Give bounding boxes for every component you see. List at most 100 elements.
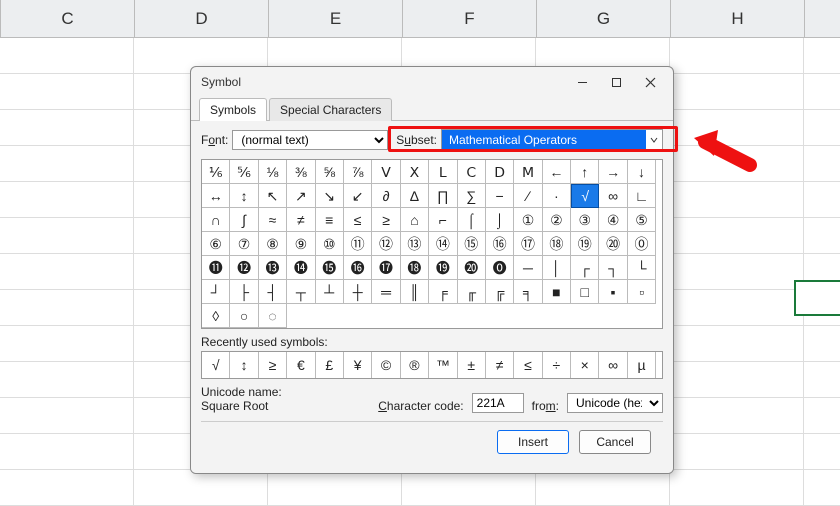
column-header[interactable]: D xyxy=(135,0,269,38)
recent-symbol-cell[interactable]: ≤ xyxy=(514,352,542,378)
symbol-cell[interactable]: ↘ xyxy=(316,184,344,208)
cell[interactable] xyxy=(0,470,134,506)
close-button[interactable] xyxy=(633,70,667,94)
symbol-cell[interactable]: ⑲ xyxy=(571,232,599,256)
symbol-cell[interactable]: ⑯ xyxy=(486,232,514,256)
cancel-button[interactable]: Cancel xyxy=(579,430,651,454)
cell[interactable] xyxy=(804,74,840,110)
recent-grid[interactable]: √↕≥€£¥©®™±≠≤÷×∞µ xyxy=(201,351,663,379)
recent-symbol-cell[interactable]: ≠ xyxy=(486,352,514,378)
symbol-cell[interactable]: ⑥ xyxy=(202,232,230,256)
cell[interactable] xyxy=(670,182,804,218)
cell[interactable] xyxy=(804,434,840,470)
symbol-cell[interactable]: ◊ xyxy=(202,304,230,328)
symbol-cell[interactable]: ③ xyxy=(571,208,599,232)
recent-symbol-cell[interactable]: ∞ xyxy=(599,352,627,378)
symbol-cell[interactable]: ⓬ xyxy=(230,256,258,280)
symbol-cell[interactable]: ① xyxy=(514,208,542,232)
cell[interactable] xyxy=(670,398,804,434)
cell[interactable] xyxy=(0,434,134,470)
symbol-cell[interactable]: ⌂ xyxy=(401,208,429,232)
symbol-cell[interactable]: ⓪ xyxy=(628,232,656,256)
symbol-cell[interactable]: ↗ xyxy=(287,184,315,208)
symbol-cell[interactable]: ⑤ xyxy=(628,208,656,232)
symbol-cell[interactable]: √ xyxy=(571,184,599,208)
recent-symbol-cell[interactable]: µ xyxy=(628,352,656,378)
symbol-cell[interactable]: ⌐ xyxy=(429,208,457,232)
symbol-cell[interactable]: ⑧ xyxy=(259,232,287,256)
symbol-cell[interactable]: ≡ xyxy=(316,208,344,232)
cell[interactable] xyxy=(536,470,670,506)
symbol-cell[interactable]: ⑫ xyxy=(372,232,400,256)
cell[interactable] xyxy=(804,146,840,182)
symbol-cell[interactable]: ╒ xyxy=(429,280,457,304)
symbol-cell[interactable]: ∞ xyxy=(599,184,627,208)
symbol-cell[interactable]: ≤ xyxy=(344,208,372,232)
symbol-cell[interactable]: ② xyxy=(543,208,571,232)
recent-symbol-cell[interactable]: ± xyxy=(458,352,486,378)
symbol-cell[interactable]: Ⅾ xyxy=(486,160,514,184)
symbol-cell[interactable]: ┘ xyxy=(202,280,230,304)
symbol-cell[interactable]: ∟ xyxy=(628,184,656,208)
symbol-cell[interactable]: ∂ xyxy=(372,184,400,208)
cell[interactable] xyxy=(804,218,840,254)
cell[interactable] xyxy=(0,74,134,110)
recent-symbol-cell[interactable]: £ xyxy=(316,352,344,378)
symbol-cell[interactable]: ↕ xyxy=(230,184,258,208)
cell[interactable] xyxy=(0,362,134,398)
symbol-cell[interactable]: Ⅽ xyxy=(458,160,486,184)
cell[interactable] xyxy=(670,146,804,182)
symbol-cell[interactable]: ⓮ xyxy=(287,256,315,280)
symbol-cell[interactable]: ⓰ xyxy=(344,256,372,280)
symbol-cell[interactable]: ≈ xyxy=(259,208,287,232)
symbol-cell[interactable]: Ⅼ xyxy=(429,160,457,184)
cell[interactable] xyxy=(0,290,134,326)
symbol-cell[interactable]: ┬ xyxy=(287,280,315,304)
cell[interactable] xyxy=(670,218,804,254)
cell[interactable] xyxy=(804,326,840,362)
cell[interactable] xyxy=(0,110,134,146)
symbol-cell[interactable]: ∙ xyxy=(543,184,571,208)
recent-symbol-cell[interactable]: € xyxy=(287,352,315,378)
recent-symbol-cell[interactable]: ® xyxy=(401,352,429,378)
symbol-cell[interactable]: ← xyxy=(543,160,571,184)
symbol-cell[interactable]: ⓫ xyxy=(202,256,230,280)
cell[interactable] xyxy=(804,398,840,434)
symbol-cell[interactable]: ▫ xyxy=(628,280,656,304)
recent-symbol-cell[interactable]: © xyxy=(372,352,400,378)
cell[interactable] xyxy=(804,470,840,506)
cell[interactable] xyxy=(0,218,134,254)
subset-select[interactable]: Mathematical Operators xyxy=(441,129,663,151)
maximize-button[interactable] xyxy=(599,70,633,94)
tab-symbols[interactable]: Symbols xyxy=(199,98,267,121)
recent-symbol-cell[interactable]: ¥ xyxy=(344,352,372,378)
cell[interactable] xyxy=(402,470,536,506)
cell[interactable] xyxy=(0,38,134,74)
symbol-cell[interactable]: ⌡ xyxy=(486,208,514,232)
symbol-cell[interactable]: Ⅿ xyxy=(514,160,542,184)
symbol-cell[interactable]: ├ xyxy=(230,280,258,304)
recent-symbol-cell[interactable]: ÷ xyxy=(543,352,571,378)
symbol-cell[interactable]: ╔ xyxy=(486,280,514,304)
cell[interactable] xyxy=(0,254,134,290)
symbol-cell[interactable]: ∕ xyxy=(514,184,542,208)
symbol-cell[interactable]: ⅝ xyxy=(316,160,344,184)
symbol-cell[interactable]: ⑪ xyxy=(344,232,372,256)
symbol-cell[interactable]: ∩ xyxy=(202,208,230,232)
cell[interactable] xyxy=(0,326,134,362)
cell[interactable] xyxy=(670,434,804,470)
recent-symbol-cell[interactable]: × xyxy=(571,352,599,378)
symbol-cell[interactable]: ≥ xyxy=(372,208,400,232)
minimize-button[interactable] xyxy=(565,70,599,94)
cell[interactable] xyxy=(670,110,804,146)
symbol-cell[interactable]: ↖ xyxy=(259,184,287,208)
tab-special-characters[interactable]: Special Characters xyxy=(269,98,392,121)
insert-button[interactable]: Insert xyxy=(497,430,569,454)
symbol-cell[interactable]: ═ xyxy=(372,280,400,304)
recent-symbol-cell[interactable]: ™ xyxy=(429,352,457,378)
recent-symbol-cell[interactable]: ↕ xyxy=(230,352,258,378)
symbol-cell[interactable]: ┴ xyxy=(316,280,344,304)
cell[interactable] xyxy=(670,74,804,110)
symbol-cell[interactable]: ∫ xyxy=(230,208,258,232)
symbol-cell[interactable]: ⓯ xyxy=(316,256,344,280)
